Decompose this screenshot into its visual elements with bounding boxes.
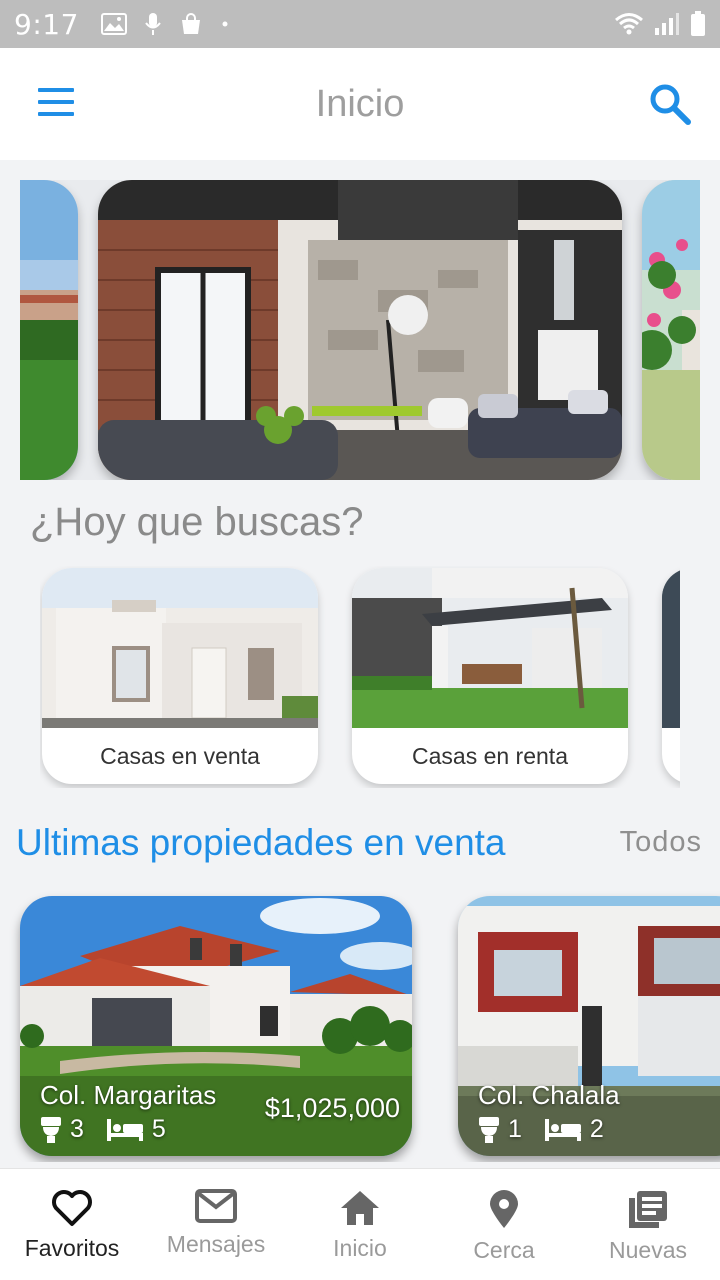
nav-cerca[interactable]: Cerca [432, 1169, 576, 1280]
location-pin-icon [490, 1190, 518, 1228]
nav-inicio[interactable]: Inicio [288, 1169, 432, 1280]
category-card-sale[interactable]: Casas en venta [42, 568, 318, 784]
property-info: Col. Margaritas 3 5 [40, 1080, 216, 1144]
nav-label: Mensajes [166, 1231, 266, 1257]
category-card-rent[interactable]: Casas en renta [352, 568, 628, 784]
property-baths: 3 [70, 1115, 84, 1143]
categories-heading: ¿Hoy que buscas? [30, 500, 364, 544]
home-icon [341, 1191, 379, 1225]
featured-slide-current[interactable] [98, 180, 622, 480]
mic-icon [145, 13, 161, 35]
bed-icon [544, 1118, 581, 1141]
status-time: 9:17 [14, 7, 79, 41]
nav-label: Inicio [333, 1235, 387, 1261]
house-exterior-image [20, 180, 78, 480]
page-title: Inicio [315, 82, 405, 125]
toilet-icon [41, 1116, 61, 1143]
property-price: $1,025,000 [264, 1093, 400, 1123]
news-icon [629, 1191, 667, 1228]
featured-carousel[interactable] [20, 180, 700, 480]
garden-image [642, 180, 700, 480]
hamburger-icon [38, 88, 74, 92]
hamburger-line [38, 112, 74, 116]
nav-label: Favoritos [24, 1235, 120, 1261]
nav-favoritos[interactable]: Favoritos [0, 1169, 144, 1280]
category-image [662, 568, 680, 728]
category-card-next[interactable] [662, 568, 680, 784]
signal-icon [655, 13, 679, 35]
nav-nuevas[interactable]: Nuevas [576, 1169, 720, 1280]
latest-properties-heading: Ultimas propiedades en venta [16, 822, 506, 863]
heart-icon [52, 1190, 92, 1226]
property-colony: Col. Margaritas [40, 1080, 217, 1110]
wifi-icon [615, 13, 643, 35]
bottom-navigation: Favoritos Mensajes Inicio Cerca Nuevas [0, 1168, 720, 1280]
property-colony: Col. Chalala [478, 1080, 620, 1110]
nav-label: Nuevas [609, 1237, 687, 1263]
search-icon[interactable] [648, 82, 692, 126]
nav-label: Cerca [473, 1237, 535, 1263]
see-all-link[interactable]: Todos [620, 826, 702, 859]
hamburger-line [38, 100, 74, 104]
property-beds: 2 [589, 1115, 604, 1143]
toilet-icon [479, 1116, 499, 1143]
categories-carousel[interactable]: Casas en venta Casas en renta [40, 566, 680, 788]
category-label: Casas en renta [412, 742, 568, 769]
property-card[interactable]: Col. Margaritas 3 5 $1,025,000 [20, 896, 412, 1156]
shopping-bag-icon [181, 13, 200, 34]
featured-slide-next[interactable] [642, 180, 700, 480]
mail-icon [195, 1189, 237, 1223]
nav-mensajes[interactable]: Mensajes [144, 1169, 288, 1280]
property-info: Col. Chalala 1 2 [478, 1080, 620, 1144]
status-bar: 9:17 [0, 0, 720, 48]
property-baths: 1 [508, 1115, 522, 1143]
featured-slide-previous[interactable] [20, 180, 78, 480]
dot-icon [222, 21, 228, 27]
house-for-sale-image [42, 568, 318, 728]
menu-button[interactable] [38, 88, 74, 118]
property-card[interactable]: Col. Chalala 1 2 [458, 896, 720, 1156]
house-for-rent-image [352, 568, 628, 728]
bed-icon [106, 1118, 143, 1141]
image-notification-icon [100, 13, 127, 35]
latest-properties-carousel[interactable]: Col. Margaritas 3 5 $1,025,000 Col. Chal… [0, 890, 720, 1162]
interior-living-room-image [98, 180, 622, 480]
category-label [662, 728, 680, 784]
category-label: Casas en venta [100, 742, 260, 769]
app-bar: Inicio [0, 48, 720, 160]
property-beds: 5 [151, 1115, 166, 1143]
battery-icon [691, 11, 705, 36]
